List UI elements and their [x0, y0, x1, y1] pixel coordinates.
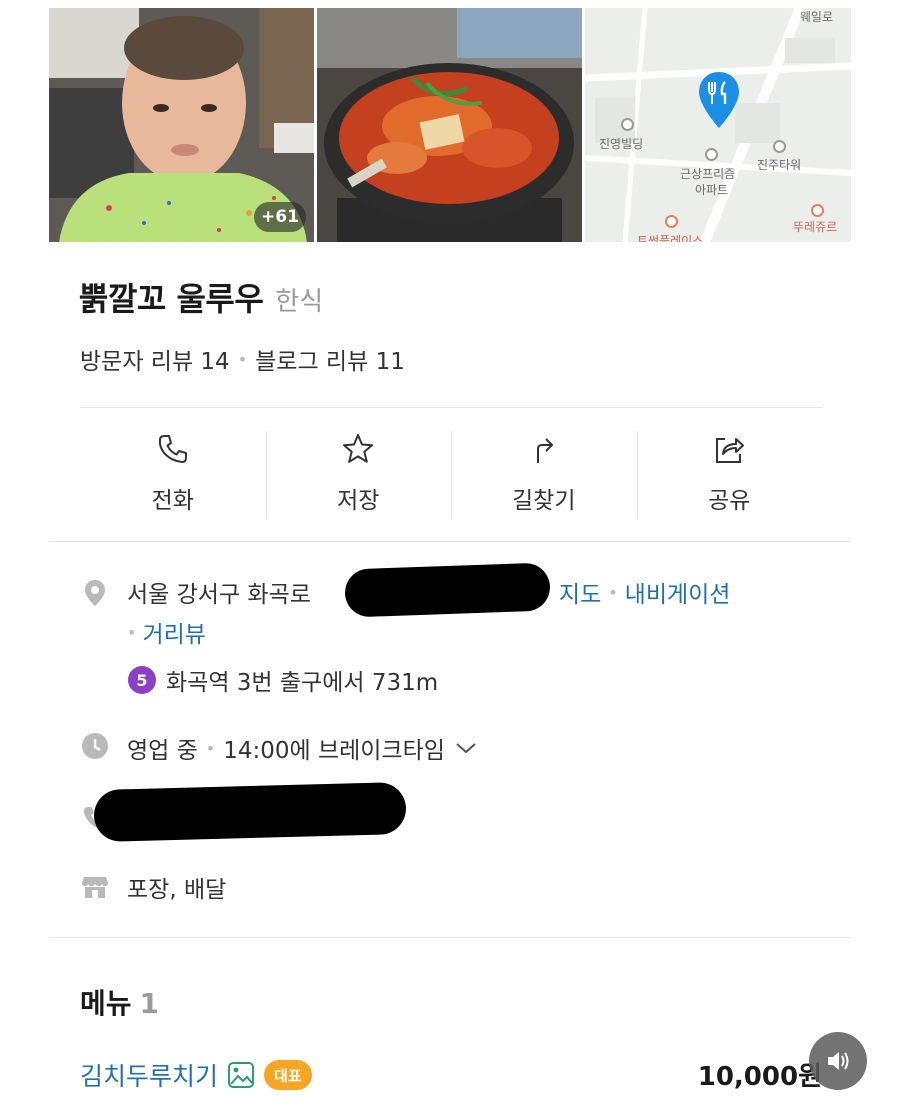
more-photos-badge[interactable]: +61: [254, 202, 306, 232]
hours-row[interactable]: 영업 중 • 14:00에 브레이크타임: [127, 731, 479, 765]
map-poi-dot: [773, 140, 786, 153]
menu-item-name[interactable]: 김치두루치기: [80, 1057, 218, 1093]
map-label-building2: 진주타워: [757, 158, 802, 172]
subway-line-badge: 5: [128, 666, 156, 694]
hours-status: 영업 중: [127, 738, 198, 764]
menu-count: 1: [139, 987, 160, 1020]
sound-button[interactable]: [809, 1032, 867, 1090]
map-poi-dot: [621, 118, 634, 131]
action-bar: 전화 저장 길찾기 공유: [80, 425, 822, 521]
place-title-row: 뿕깔꼬 울루우 한식: [79, 274, 323, 320]
subway-info: 5 화곡역 3번 출구에서 731m: [128, 663, 438, 697]
menu-item[interactable]: 김치두루치기 대표: [80, 1057, 312, 1093]
call-label: 전화: [151, 488, 194, 514]
navigation-link[interactable]: 내비게이션: [625, 575, 731, 609]
subway-distance-text: 화곡역 3번 출구에서 731m: [166, 670, 439, 696]
map-label-apartment-line2: 아파트: [695, 183, 729, 197]
map-label-road: 웨일로: [799, 10, 833, 24]
separator-dot: •: [237, 349, 248, 369]
map-link[interactable]: 지도: [559, 575, 601, 609]
store-icon: [82, 877, 108, 898]
share-label: 공유: [708, 488, 751, 514]
photo-child[interactable]: +61: [49, 8, 314, 242]
menu-item-price: 10,000원: [697, 1062, 822, 1092]
visitor-reviews-link[interactable]: 방문자 리뷰 14: [80, 342, 230, 376]
map-poi-dot: [705, 148, 718, 161]
redaction-mark: [93, 781, 407, 843]
menu-title-label: 메뉴: [80, 987, 132, 1020]
divider: [80, 407, 822, 408]
call-button[interactable]: 전화: [80, 425, 266, 521]
separator-dot: •: [127, 622, 137, 642]
map-poi-dot: [811, 204, 824, 217]
map-label-apartment-line1: 근상프리즘: [680, 167, 736, 181]
save-button[interactable]: 저장: [265, 425, 452, 521]
share-button[interactable]: 공유: [636, 425, 823, 521]
separator-dot: •: [205, 738, 216, 758]
review-summary: 방문자 리뷰 14 • 블로그 리뷰 11: [80, 342, 405, 376]
share-icon: [716, 438, 745, 463]
image-icon[interactable]: [226, 1060, 256, 1090]
blog-reviews-link[interactable]: 블로그 리뷰 11: [255, 342, 405, 376]
speaker-icon: [828, 1052, 849, 1070]
divider: [49, 937, 851, 938]
redaction-mark: [344, 562, 551, 618]
photo-map[interactable]: 웨일로 진영빌딩 진주타워 근상프리즘 아파트 뚜레쥬르 트썬플레이스: [585, 8, 851, 242]
photo-strip: +61 웨일로 진영빌딩 진주타워 근상프리즘 아파트 뚜레쥬르 트썬플레이스: [49, 8, 851, 242]
star-icon: [343, 434, 374, 463]
phone-icon: [158, 435, 187, 463]
directions-button[interactable]: 길찾기: [451, 425, 637, 521]
hours-detail: 14:00에 브레이크타임: [223, 738, 445, 764]
separator-dot: •: [608, 582, 618, 602]
street-view-link[interactable]: 거리뷰: [142, 615, 205, 649]
place-name: 뿕깔꼬 울루우: [79, 280, 264, 318]
address-row-2: • 거리뷰: [127, 615, 206, 649]
directions-icon: [536, 438, 553, 463]
food-photo-image: [317, 8, 582, 242]
restaurant-pin-icon: [699, 72, 739, 128]
representative-badge: 대표: [264, 1060, 312, 1090]
photo-food[interactable]: [317, 8, 582, 242]
map-label-bottom: 트썬플레이스: [637, 234, 704, 242]
map-label-shop: 뚜레쥬르: [793, 220, 838, 234]
location-pin-icon: [85, 580, 105, 606]
menu-section-title: 메뉴 1: [80, 982, 159, 1022]
services-text: 포장, 배달: [127, 877, 227, 903]
clock-icon: [82, 733, 108, 759]
chevron-down-icon[interactable]: [453, 735, 479, 761]
map-poi-dot: [665, 215, 678, 228]
directions-label: 길찾기: [512, 488, 576, 514]
map-label-building1: 진영빌딩: [599, 137, 644, 151]
address-text: 서울 강서구 화곡로: [127, 582, 311, 608]
divider: [49, 541, 851, 542]
place-category: 한식: [275, 287, 324, 317]
save-label: 저장: [337, 488, 380, 514]
